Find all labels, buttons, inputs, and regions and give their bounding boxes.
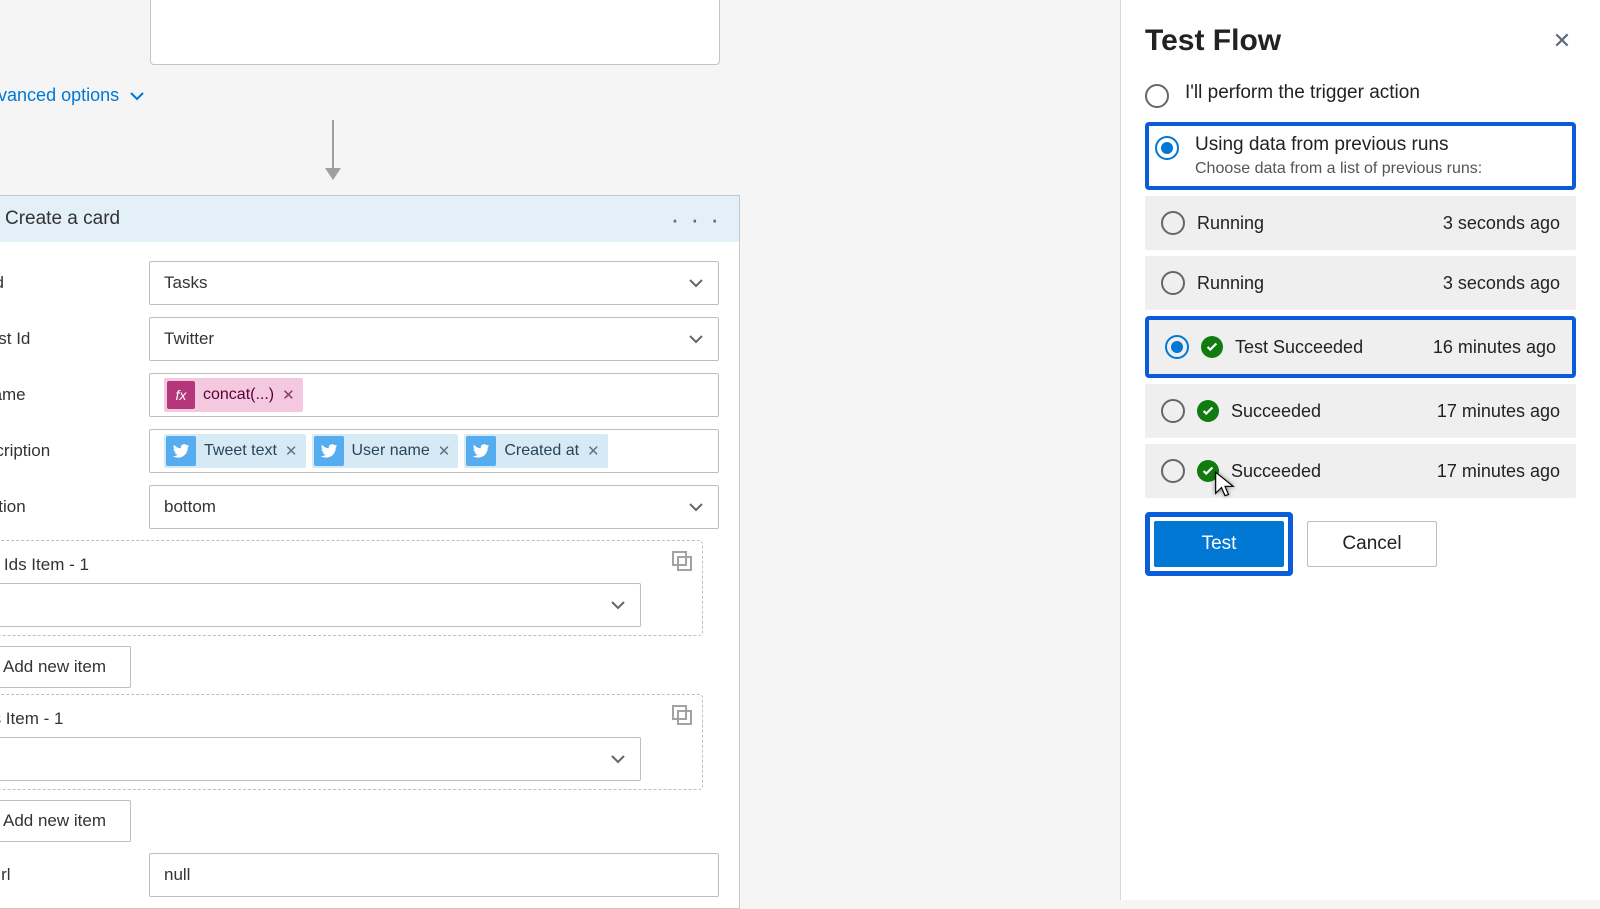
board-id-select[interactable]: Tasks xyxy=(149,261,719,305)
twitter-icon xyxy=(314,436,344,466)
source-url-value: null xyxy=(164,865,190,885)
radio-icon xyxy=(1155,136,1179,160)
source-url-label: urce Url xyxy=(0,865,135,885)
chevron-down-icon xyxy=(688,331,704,347)
board-id-value: Tasks xyxy=(164,273,207,293)
test-flow-panel: Test Flow ✕ I'll perform the trigger act… xyxy=(1120,0,1600,900)
run-item[interactable]: Succeeded 17 minutes ago xyxy=(1145,384,1576,438)
card-desc-label: d Description xyxy=(0,441,135,461)
check-icon xyxy=(1197,460,1219,482)
highlight-option-previous: Using data from previous runs Choose dat… xyxy=(1145,122,1576,190)
label-ids-select[interactable]: blue xyxy=(0,737,641,781)
username-token[interactable]: User name ✕ xyxy=(312,434,459,468)
advanced-options-label: ow advanced options xyxy=(0,85,119,106)
radio-icon xyxy=(1161,459,1185,483)
remove-token-icon[interactable]: ✕ xyxy=(285,442,298,460)
chevron-down-icon xyxy=(688,499,704,515)
tweet-text-token[interactable]: Tweet text ✕ xyxy=(164,434,306,468)
card-name-label: ard Name xyxy=(0,385,135,405)
run-item[interactable]: Running 3 seconds ago xyxy=(1145,256,1576,310)
step-more-icon[interactable]: · · · xyxy=(671,204,725,235)
run-item[interactable]: Succeeded 17 minutes ago xyxy=(1145,444,1576,498)
expression-text: concat(...) xyxy=(203,386,274,404)
prev-step-box xyxy=(150,0,720,65)
step-title: Create a card xyxy=(5,208,671,230)
connector-arrow-icon xyxy=(332,120,334,178)
switch-view-icon[interactable] xyxy=(670,703,694,727)
chevron-down-icon xyxy=(688,275,704,291)
advanced-options-link[interactable]: ow advanced options xyxy=(0,85,145,106)
panel-title: Test Flow xyxy=(1145,24,1281,58)
member-ids-label: ember Ids Item - 1 xyxy=(0,549,688,583)
flow-canvas: ow advanced options Create a card · · · … xyxy=(0,0,1050,900)
card-position-value: bottom xyxy=(164,497,216,517)
board-id-label: oard Id xyxy=(0,273,135,293)
chevron-down-icon xyxy=(129,88,145,104)
add-label-item-button[interactable]: ＋ Add new item xyxy=(0,800,131,842)
create-card-step: Create a card · · · oard Id Tasks rent L… xyxy=(0,195,740,909)
radio-icon xyxy=(1161,211,1185,235)
created-at-token[interactable]: Created at ✕ xyxy=(464,434,607,468)
label-ids-label: bel Ids Item - 1 xyxy=(0,703,688,737)
chevron-down-icon xyxy=(610,751,626,767)
radio-icon xyxy=(1161,399,1185,423)
label-ids-section: bel Ids Item - 1 blue xyxy=(0,694,703,790)
run-item[interactable]: Running 3 seconds ago xyxy=(1145,196,1576,250)
member-ids-select[interactable] xyxy=(0,583,641,627)
source-url-input[interactable]: null xyxy=(149,853,719,897)
card-name-input[interactable]: fx concat(...) ✕ xyxy=(149,373,719,417)
parent-list-value: Twitter xyxy=(164,329,214,349)
remove-token-icon[interactable]: ✕ xyxy=(587,442,600,460)
card-desc-input[interactable]: Tweet text ✕ User name ✕ Created at ✕ xyxy=(149,429,719,473)
card-position-label: d Position xyxy=(0,497,135,517)
expression-token[interactable]: fx concat(...) ✕ xyxy=(164,378,303,412)
run-item[interactable]: Test Succeeded 16 minutes ago xyxy=(1149,320,1572,374)
check-icon xyxy=(1201,336,1223,358)
radio-icon xyxy=(1165,335,1189,359)
check-icon xyxy=(1197,400,1219,422)
chevron-down-icon xyxy=(610,597,626,613)
twitter-icon xyxy=(166,436,196,466)
previous-runs-list: Running 3 seconds ago Running 3 seconds … xyxy=(1145,196,1576,498)
add-member-item-button[interactable]: ＋ Add new item xyxy=(0,646,131,688)
test-button[interactable]: Test xyxy=(1154,521,1284,567)
remove-token-icon[interactable]: ✕ xyxy=(438,442,451,460)
highlight-test-button: Test xyxy=(1145,512,1293,576)
twitter-icon xyxy=(466,436,496,466)
switch-view-icon[interactable] xyxy=(670,549,694,573)
radio-icon xyxy=(1161,271,1185,295)
close-panel-button[interactable]: ✕ xyxy=(1548,27,1576,55)
option-manual[interactable]: I'll perform the trigger action xyxy=(1145,76,1576,122)
card-position-select[interactable]: bottom xyxy=(149,485,719,529)
option-previous-runs[interactable]: Using data from previous runs Choose dat… xyxy=(1155,130,1566,182)
fx-icon: fx xyxy=(167,381,195,409)
remove-token-icon[interactable]: ✕ xyxy=(282,386,295,404)
parent-list-label: rent List Id xyxy=(0,329,135,349)
cancel-button[interactable]: Cancel xyxy=(1307,521,1437,567)
step-header[interactable]: Create a card · · · xyxy=(0,196,739,242)
radio-icon xyxy=(1145,84,1169,108)
highlight-selected-run: Test Succeeded 16 minutes ago xyxy=(1145,316,1576,378)
parent-list-select[interactable]: Twitter xyxy=(149,317,719,361)
step-form: oard Id Tasks rent List Id Twitter ard N… xyxy=(0,242,739,898)
member-ids-section: ember Ids Item - 1 xyxy=(0,540,703,636)
